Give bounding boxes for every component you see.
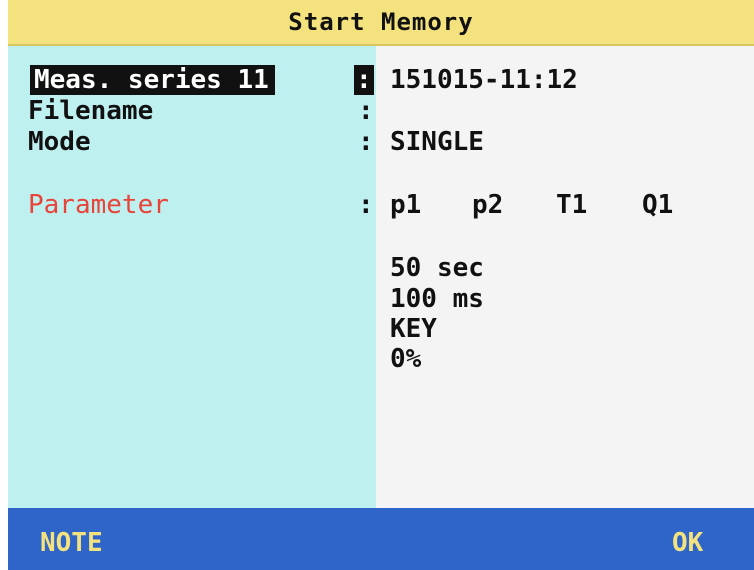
parameter-p2: p2 (472, 190, 504, 220)
parameter-label: Parameter (28, 190, 169, 220)
trigger-value: KEY (390, 314, 437, 344)
mode-colon: : (358, 127, 374, 157)
title-bar: Start Memory (8, 0, 754, 46)
meas-series-colon: : (354, 65, 374, 95)
ok-softkey[interactable]: OK (672, 528, 703, 558)
screen-title: Start Memory (288, 8, 474, 36)
meas-series-label[interactable]: Meas. series 11 (30, 65, 275, 95)
mode-label: Mode (28, 127, 91, 157)
parameter-t1: T1 (556, 190, 588, 220)
note-softkey[interactable]: NOTE (40, 528, 103, 558)
progress-value: 0% (390, 344, 422, 374)
parameter-colon: : (358, 190, 374, 220)
footer-divider (8, 508, 754, 518)
filename-label: Filename (28, 96, 154, 126)
duration-value: 50 sec (390, 253, 484, 283)
mode-value: SINGLE (390, 127, 484, 157)
softkey-bar (8, 518, 754, 570)
parameter-q1: Q1 (642, 190, 674, 220)
filename-colon: : (358, 96, 374, 126)
interval-value: 100 ms (390, 284, 484, 314)
parameter-p1: p1 (390, 190, 422, 220)
meas-series-value: 151015-11:12 (390, 65, 578, 95)
